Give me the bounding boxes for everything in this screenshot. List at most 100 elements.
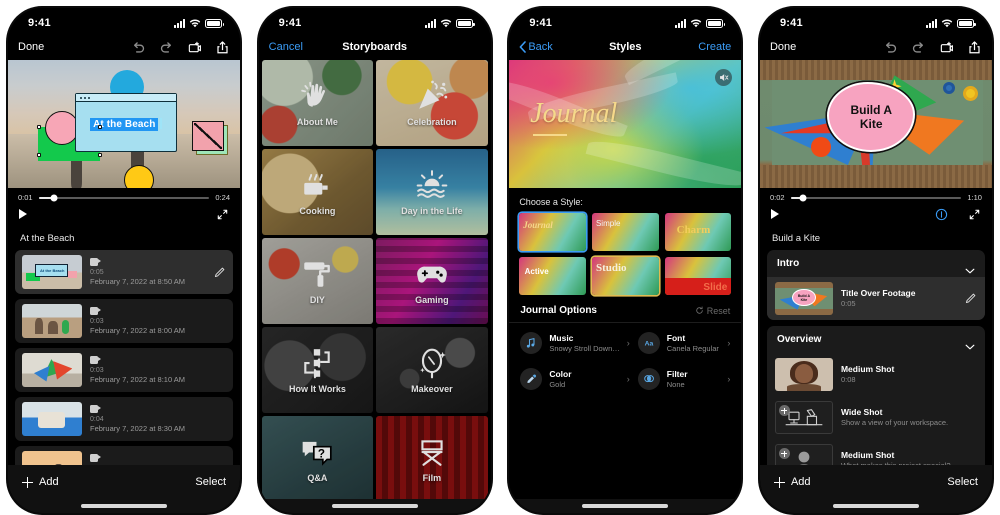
share-icon[interactable]	[215, 40, 230, 55]
resize-handle[interactable]	[98, 124, 103, 129]
list-item[interactable]: Wide Shot Show a view of your workspace.	[767, 396, 985, 439]
clip-thumbnail	[22, 353, 82, 387]
storyboard-tile-cooking[interactable]: Cooking	[261, 149, 374, 235]
scrubber-knob[interactable]	[799, 194, 807, 201]
select-button[interactable]: Select	[947, 476, 978, 488]
chevron-down-icon[interactable]	[965, 337, 975, 349]
back-button[interactable]: Back	[519, 41, 553, 53]
clapping-hands-icon	[300, 79, 334, 113]
storyboard-tile-makeover[interactable]: Makeover	[376, 327, 488, 413]
video-preview[interactable]: Build A Kite	[759, 60, 992, 188]
red-circle-shape	[811, 136, 831, 157]
resize-handle[interactable]	[36, 124, 41, 129]
style-option-studio[interactable]: Studio	[591, 257, 659, 295]
shot-thumbnail-placeholder[interactable]	[774, 401, 833, 434]
redo-icon[interactable]	[159, 40, 174, 55]
option-color[interactable]: Color Gold ›	[520, 363, 630, 395]
section-header[interactable]: Intro	[767, 250, 985, 277]
storyboard-tile-celebration[interactable]: Celebration	[376, 60, 488, 146]
edit-pencil-icon[interactable]	[213, 266, 226, 279]
game-controller-icon	[415, 257, 449, 291]
option-font[interactable]: Aa Font Canela Regular ›	[637, 327, 730, 359]
scrubber-knob[interactable]	[50, 194, 58, 201]
storyboard-tile-qa[interactable]: ? Q&A	[261, 416, 374, 499]
scrubber-track[interactable]	[38, 194, 210, 201]
style-option-journal[interactable]: Journal	[519, 213, 586, 251]
list-item[interactable]: Medium Shot What makes this project spec…	[767, 439, 985, 465]
style-label: Journal	[523, 219, 553, 230]
play-icon[interactable]	[19, 209, 27, 219]
wifi-icon	[691, 19, 702, 27]
cellular-signal-icon	[174, 18, 185, 28]
info-icon[interactable]	[935, 208, 948, 221]
done-button[interactable]: Done	[770, 41, 796, 53]
storyboard-tile-diy[interactable]: DIY	[261, 238, 374, 324]
scrubber-track[interactable]	[790, 194, 962, 201]
table-row[interactable]: 0:03 February 7, 2022 at 8:10 AM	[15, 348, 233, 392]
table-row[interactable]: 0:04 February 7, 2022 at 8:30 AM	[15, 397, 233, 441]
style-grid[interactable]: Journal Simple Charm Active Studio Slide	[509, 213, 741, 295]
section-header[interactable]: Overview	[767, 326, 985, 353]
style-option-active[interactable]: Active	[519, 257, 586, 295]
screenshot-stage: 9:41 Done At the Beach 0:01 0:24 At the …	[0, 0, 1000, 515]
storyboard-tile-about-me[interactable]: About Me	[261, 60, 374, 146]
table-row[interactable]: 0:03 February 7, 2022 at 8:00 AM	[15, 299, 233, 343]
chevron-down-icon[interactable]	[965, 261, 975, 273]
storyboard-tile-day-in-the-life[interactable]: Day in the Life	[376, 149, 488, 235]
cancel-button[interactable]: Cancel	[269, 41, 303, 53]
video-camera-icon	[90, 257, 101, 266]
done-button[interactable]: Done	[18, 41, 44, 53]
clip-list[interactable]: At the Beach 0:05 February 7, 2022 at 8:…	[8, 250, 240, 465]
hot-cup-icon	[300, 168, 334, 202]
storyboard-tile-gaming[interactable]: Gaming	[376, 238, 488, 324]
title-text-window[interactable]: At the Beach	[75, 93, 178, 153]
shot-title: Wide Shot	[840, 407, 883, 417]
option-music[interactable]: Music Snowy Stroll Down… ›	[520, 327, 630, 359]
add-media-icon[interactable]	[939, 40, 954, 55]
add-button[interactable]: Add	[22, 476, 59, 488]
notch	[832, 8, 919, 26]
storyboard-tile-how-it-works[interactable]: How It Works	[261, 327, 374, 413]
fullscreen-icon[interactable]	[216, 208, 229, 221]
shot-thumbnail-placeholder[interactable]	[774, 444, 833, 465]
status-bar: 9:41	[509, 8, 741, 34]
style-option-slide[interactable]: Slide	[664, 257, 732, 295]
share-icon[interactable]	[967, 40, 982, 55]
clip-meta: 0:05 February 7, 2022 at 8:50 AM	[90, 257, 205, 287]
style-option-charm[interactable]: Charm	[664, 213, 732, 251]
select-button[interactable]: Select	[195, 476, 226, 488]
add-media-icon[interactable]	[187, 40, 202, 55]
list-item[interactable]: Build A Kite Title Over Footage 0:05	[766, 277, 985, 320]
battery-icon	[956, 18, 976, 28]
video-camera-icon	[90, 306, 101, 315]
options-grid[interactable]: Music Snowy Stroll Down… › Aa Font Canel…	[509, 322, 742, 395]
style-option-simple[interactable]: Simple	[591, 213, 659, 251]
option-filter[interactable]: Filter None ›	[637, 363, 730, 395]
list-item[interactable]: Medium Shot 0:08	[767, 353, 985, 396]
storyboard-grid[interactable]: About Me Celebration Cooking Day in the …	[259, 60, 491, 499]
play-icon[interactable]	[770, 209, 779, 219]
resize-handle[interactable]	[98, 152, 103, 157]
clip-badges	[90, 404, 226, 413]
back-label: Back	[528, 41, 553, 53]
table-row[interactable]: 0:05 February 7, 2022 at 8:40 AM	[15, 446, 233, 465]
create-button[interactable]: Create	[698, 41, 731, 53]
add-shot-icon[interactable]	[778, 405, 790, 416]
font-aa-icon: Aa	[637, 332, 660, 354]
style-preview[interactable]: Journal	[509, 60, 742, 188]
redo-icon[interactable]	[911, 40, 926, 55]
resize-handle[interactable]	[36, 152, 41, 157]
storyboard-tile-film[interactable]: Film	[376, 416, 488, 499]
reset-button[interactable]: Reset	[695, 306, 730, 316]
video-preview[interactable]: At the Beach	[8, 60, 240, 188]
undo-icon[interactable]	[883, 40, 898, 55]
table-row[interactable]: At the Beach 0:05 February 7, 2022 at 8:…	[15, 250, 233, 294]
undo-icon[interactable]	[131, 40, 146, 55]
edit-pencil-icon[interactable]	[964, 292, 977, 305]
add-button[interactable]: Add	[773, 476, 811, 488]
storyboard-sections[interactable]: Intro Build A Kite Title Over Footage 0:…	[759, 250, 992, 465]
add-shot-icon[interactable]	[778, 448, 790, 459]
fullscreen-icon[interactable]	[968, 208, 981, 221]
battery-icon	[706, 18, 726, 28]
status-indicators	[675, 18, 726, 28]
